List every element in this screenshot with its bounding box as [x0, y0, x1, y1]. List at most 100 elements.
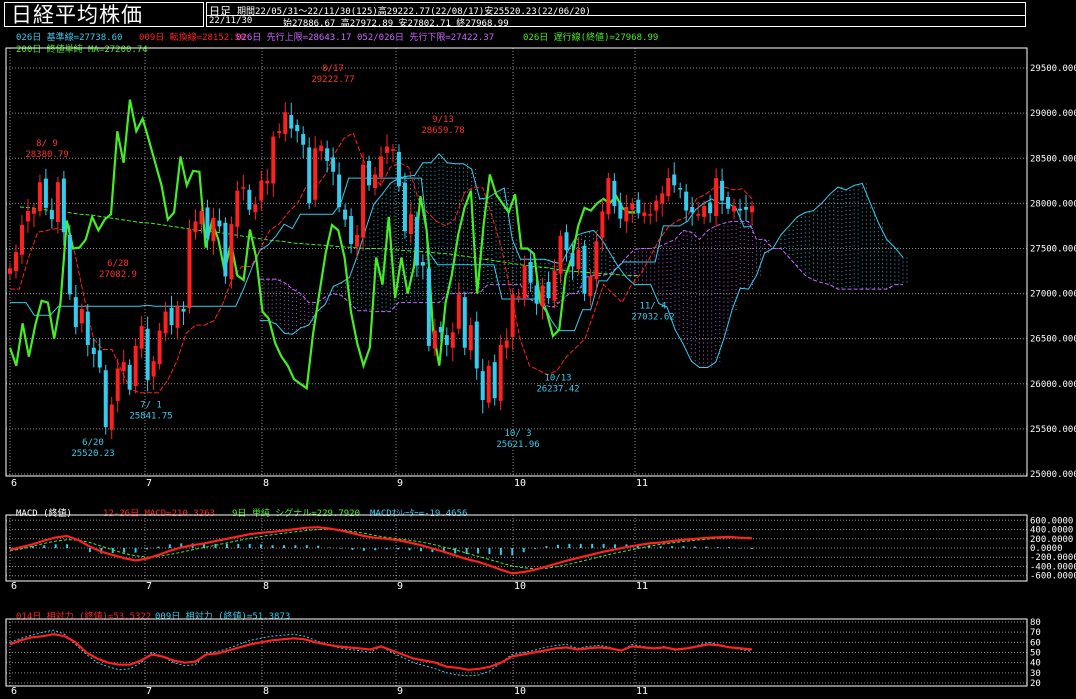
candle-body [678, 188, 683, 190]
candle-body [163, 311, 168, 334]
x-tick-label: 9 [397, 581, 403, 592]
candle-body [259, 180, 264, 201]
candle-body [588, 276, 593, 297]
candle-body [133, 345, 138, 387]
candle-body [750, 206, 754, 213]
candle-body [732, 206, 737, 212]
candle-body [277, 131, 282, 133]
candle-body [187, 229, 192, 309]
candle-body [618, 202, 623, 219]
candle-body [49, 210, 54, 220]
candle-body [349, 215, 354, 244]
candle-body [157, 330, 162, 364]
candle-body [492, 362, 497, 399]
candle-body [546, 281, 551, 299]
candle-body [247, 189, 252, 210]
chikou-line [8, 99, 635, 391]
annotation-value: 27032.62 [631, 313, 674, 323]
main-y-tick-label: 26500.000 [1030, 335, 1076, 345]
candle-body [522, 265, 527, 299]
rsi-y-tick-label: 30 [1030, 669, 1041, 679]
candle-body [361, 164, 366, 238]
candle-body [468, 325, 473, 351]
senko-span-b-line [260, 220, 903, 313]
annotation-date: 6/28 [107, 259, 129, 269]
candle-body [498, 344, 503, 401]
candle-body [211, 217, 216, 242]
x-tick-label: 11 [636, 581, 648, 592]
candle-body [606, 178, 611, 215]
candle-body [199, 211, 204, 225]
x-tick-label: 6 [11, 581, 17, 592]
candle-body [624, 206, 629, 222]
candle-body [139, 326, 144, 349]
candle-body [367, 160, 372, 186]
main-y-tick-label: 28000.000 [1030, 199, 1076, 209]
candle-body [540, 285, 545, 307]
macd-y-tick-label: -600.0000 [1030, 572, 1076, 582]
candle-body [25, 211, 30, 222]
candle-body [654, 200, 659, 211]
candle-body [343, 209, 348, 220]
annotation-value: 27082.9 [99, 270, 137, 280]
annotation-date: 9/13 [432, 115, 454, 125]
annotation-value: 25621.96 [496, 440, 539, 450]
candle-body [642, 212, 647, 216]
candle-body [408, 214, 413, 235]
candle-body [127, 364, 132, 390]
main-y-tick-label: 25500.000 [1030, 425, 1076, 435]
candle-body [582, 245, 587, 294]
x-tick-label: 9 [397, 686, 403, 697]
x-tick-label: 8 [263, 478, 269, 489]
x-tick-label: 8 [263, 686, 269, 697]
annotation-value: 28380.79 [25, 150, 68, 160]
candle-body [97, 350, 102, 368]
candle-body [516, 296, 521, 298]
x-tick-label: 11 [636, 686, 648, 697]
annotation-value: 29222.77 [311, 75, 354, 85]
candle-body [444, 335, 449, 345]
candle-body [462, 297, 467, 348]
candle-body [61, 178, 66, 233]
candle-body [151, 361, 156, 377]
annotation-date: 8/17 [322, 64, 344, 74]
candle-body [73, 297, 78, 327]
macd-signal-line [9, 528, 752, 570]
candle-body [115, 368, 120, 401]
annotation-value: 28659.78 [421, 126, 464, 136]
candle-body [193, 221, 198, 233]
candle-body [355, 234, 360, 247]
annotation-value: 25520.23 [71, 449, 114, 459]
x-tick-label: 7 [146, 686, 152, 697]
main-y-tick-label: 27000.000 [1030, 290, 1076, 300]
candle-body [528, 262, 533, 283]
candle-body [8, 268, 12, 274]
candle-body [672, 174, 677, 186]
candle-body [738, 208, 743, 211]
candle-body [702, 206, 707, 217]
candle-body [438, 326, 443, 333]
annotation-value: 26237.42 [536, 384, 579, 394]
candle-body [456, 294, 461, 329]
x-tick-label: 7 [146, 478, 152, 489]
candle-body [684, 191, 689, 211]
candle-body [313, 148, 318, 200]
candle-body [379, 156, 383, 178]
candle-body [576, 249, 581, 270]
rsi-y-tick-label: 20 [1030, 679, 1041, 689]
candle-body [145, 328, 150, 381]
candle-body [91, 347, 96, 355]
candle-body [636, 199, 641, 214]
candle-body [283, 112, 288, 134]
candle-body [696, 214, 701, 216]
x-tick-label: 10 [514, 478, 526, 489]
candle-body [121, 362, 126, 372]
candle-body [37, 182, 42, 212]
candle-body [552, 271, 557, 301]
candle-body [307, 147, 312, 204]
candle-body [390, 149, 395, 151]
annotation-date: 8/ 9 [36, 139, 58, 149]
candle-body [103, 370, 108, 428]
candle-body [331, 157, 336, 172]
candle-body [564, 232, 569, 251]
